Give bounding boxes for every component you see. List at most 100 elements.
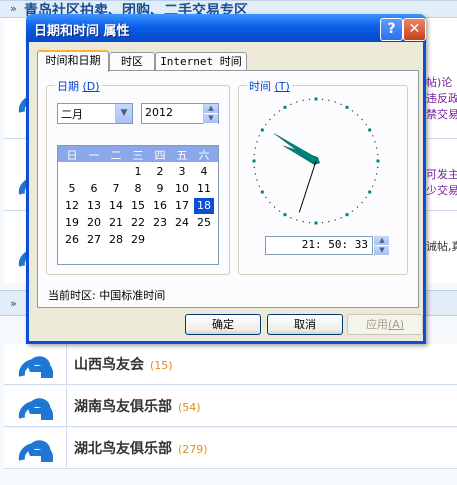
calendar-day[interactable]: 27 [84, 232, 104, 248]
calendar-weekday-label: 一 [88, 149, 100, 162]
calendar-day-selected[interactable]: 18 [194, 198, 214, 214]
calendar-day[interactable]: 7 [106, 181, 126, 197]
calendar-day[interactable]: 1 [128, 164, 148, 180]
clock-minute-mark [374, 179, 376, 181]
calendar-day[interactable]: 4 [194, 164, 214, 180]
calendar-day[interactable]: 28 [106, 232, 126, 248]
calendar-day[interactable]: 24 [172, 215, 192, 231]
cancel-button[interactable]: 取消 [267, 314, 343, 335]
spin-up-icon[interactable]: ▲ [375, 236, 389, 246]
clock-minute-mark [273, 114, 276, 116]
calendar-day[interactable]: 12 [62, 198, 82, 214]
calendar-day[interactable]: 23 [150, 215, 170, 231]
calendar-day[interactable]: 6 [84, 181, 104, 197]
apply-accel: (A) [387, 318, 405, 331]
clock-hour-mark [345, 213, 349, 217]
clock-hour-mark [376, 159, 380, 163]
clock-minute-mark [273, 206, 276, 208]
clock-minute-mark [253, 166, 255, 169]
calendar-day[interactable]: 11 [194, 181, 214, 197]
clock-minute-mark [308, 222, 311, 224]
clock-minute-mark [376, 173, 378, 175]
dialog-titlebar[interactable]: 日期和时间 属性 ? ✕ [26, 14, 426, 42]
calendar-day[interactable]: 2 [150, 164, 170, 180]
calendar-day[interactable]: 10 [172, 181, 192, 197]
section-arrow: » [10, 2, 17, 15]
help-button[interactable]: ? [380, 18, 403, 41]
calendar-day[interactable]: 5 [62, 181, 82, 197]
tab-panel: 日期 (D) 二月 ▼ 2012 ▲ ▼ 日一二三四五六 1 2 3 4 5 6 7 8 9 10… [37, 70, 419, 308]
calendar-day[interactable]: 29 [128, 232, 148, 248]
section-arrow: » [10, 297, 17, 310]
divider [66, 344, 67, 384]
time-spin-buttons[interactable]: ▲ ▼ [374, 236, 389, 256]
clock-minute-mark [374, 141, 376, 143]
forum-row[interactable]: 湖北鸟友俱乐部 (279) [4, 428, 457, 469]
month-dropdown[interactable]: 二月 ▼ [57, 103, 133, 124]
clock-minute-mark [334, 219, 336, 221]
calendar-day[interactable]: 13 [84, 198, 104, 214]
forum-count: (15) [150, 359, 173, 372]
spin-up-icon[interactable]: ▲ [204, 104, 218, 114]
clock-minute-mark [302, 221, 304, 223]
spin-down-icon[interactable]: ▼ [204, 114, 218, 124]
forum-name[interactable]: 湖南鸟友俱乐部 (54) [74, 396, 201, 416]
chevron-down-icon[interactable]: ▼ [115, 104, 132, 123]
tab-timezone[interactable]: 时区 [109, 52, 155, 71]
clock-minute-mark [302, 99, 304, 101]
spin-down-icon[interactable]: ▼ [375, 246, 389, 256]
clock-minute-mark [278, 110, 281, 112]
clock-minute-mark [340, 103, 342, 105]
calendar-day[interactable]: 25 [194, 215, 214, 231]
divider [66, 428, 67, 468]
clock-minute-mark [265, 123, 267, 126]
date-label-accel: (D) [82, 80, 100, 93]
close-button[interactable]: ✕ [403, 18, 426, 41]
calendar-day[interactable]: 3 [172, 164, 192, 180]
clock-minute-mark [340, 217, 342, 219]
time-value[interactable]: 21: 50: 33 [302, 238, 368, 251]
calendar-day[interactable]: 9 [150, 181, 170, 197]
clock-minute-mark [256, 179, 258, 181]
clock-minute-mark [365, 123, 367, 126]
calendar-day[interactable]: 19 [62, 215, 82, 231]
clock-minute-mark [258, 135, 260, 137]
calendar-day[interactable]: 15 [128, 198, 148, 214]
calendar-weekday-label: 四 [154, 149, 166, 162]
year-spin-buttons[interactable]: ▲ ▼ [203, 104, 218, 124]
calendar-day[interactable]: 14 [106, 198, 126, 214]
month-calendar[interactable]: 日一二三四五六 1 2 3 4 5 6 7 8 9 10 11 12 13 14 15 16 17 18 19 20 2… [57, 145, 219, 265]
calendar-day[interactable]: 20 [84, 215, 104, 231]
calendar-day[interactable]: 17 [172, 198, 192, 214]
calendar-day[interactable]: 8 [128, 181, 148, 197]
time-spinner[interactable]: 21: 50: 33 [265, 236, 373, 255]
analog-clock [252, 97, 380, 225]
clock-minute-mark [253, 153, 255, 156]
forum-count: (279) [178, 443, 208, 456]
tab-internet-time[interactable]: Internet 时间 [155, 52, 247, 71]
forum-row[interactable]: 湖南鸟友俱乐部 (54) [4, 386, 457, 427]
forum-name-text: 山西鸟友会 [74, 357, 144, 373]
tab-date-time[interactable]: 时间和日期 [37, 50, 109, 72]
year-spinner[interactable]: 2012 ▲ ▼ [141, 103, 219, 124]
calendar-day[interactable]: 26 [62, 232, 82, 248]
forum-name[interactable]: 山西鸟友会 (15) [74, 354, 173, 374]
clock-minute-mark [376, 147, 378, 149]
clock-second-hand [298, 160, 317, 213]
month-value: 二月 [61, 108, 83, 121]
forum-logo-icon [18, 440, 53, 462]
forum-name[interactable]: 湖北鸟友俱乐部 (279) [74, 438, 208, 458]
calendar-day[interactable]: 16 [150, 198, 170, 214]
snippet-text: 少交易 [426, 184, 457, 197]
ok-button[interactable]: 确定 [185, 314, 261, 335]
calendar-day[interactable]: 21 [106, 215, 126, 231]
clock-hour-mark [314, 221, 318, 225]
clock-minute-mark [290, 103, 292, 105]
date-group-label: 日期 (D) [55, 78, 102, 94]
calendar-day[interactable]: 22 [128, 215, 148, 231]
apply-button[interactable]: 应用(A) [347, 314, 423, 335]
dialog-client: 时间和日期 时区 Internet 时间 日期 (D) 二月 ▼ 2012 ▲ … [29, 42, 423, 341]
clock-hour-mark [283, 105, 287, 109]
forum-row[interactable]: 山西鸟友会 (15) [4, 344, 457, 385]
clock-minute-mark [356, 114, 359, 116]
